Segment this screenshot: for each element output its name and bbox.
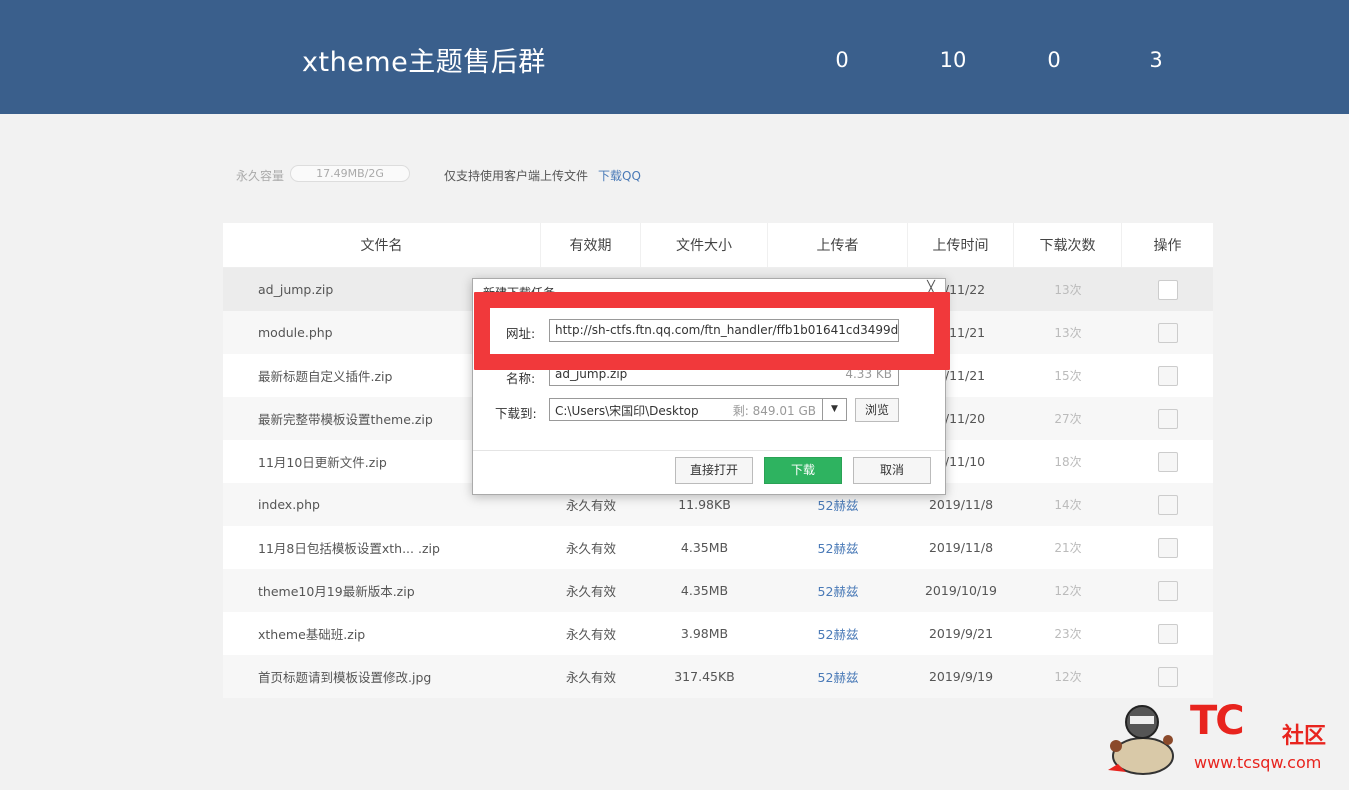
row-checkbox[interactable] bbox=[1157, 322, 1178, 343]
action-cell bbox=[1122, 537, 1213, 558]
download-count: 14次 bbox=[1054, 498, 1082, 512]
col-downloads[interactable]: 下载次数 bbox=[1014, 223, 1122, 267]
action-cell bbox=[1122, 279, 1213, 300]
group-title: xtheme主题售后群 bbox=[302, 47, 546, 78]
browse-button[interactable]: 浏览 bbox=[855, 398, 899, 422]
download-count: 12次 bbox=[1054, 670, 1082, 684]
action-cell bbox=[1122, 623, 1213, 644]
row-checkbox[interactable] bbox=[1157, 580, 1178, 601]
stat-1[interactable]: 0 bbox=[812, 48, 872, 72]
file-size: 4.35MB bbox=[680, 583, 729, 598]
save-to-label: 下载到: bbox=[495, 406, 537, 421]
action-cell bbox=[1122, 408, 1213, 429]
free-space: 剩: 849.01 GB bbox=[732, 404, 816, 418]
row-checkbox[interactable] bbox=[1157, 279, 1178, 300]
cancel-button[interactable]: 取消 bbox=[853, 457, 931, 484]
table-header: 文件名 有效期 文件大小 上传者 上传时间 下载次数 操作 bbox=[223, 223, 1213, 268]
stat-4[interactable]: 3 bbox=[1126, 48, 1186, 72]
row-checkbox[interactable] bbox=[1157, 537, 1178, 558]
validity: 永久有效 bbox=[565, 627, 616, 642]
watermark-logo: TC bbox=[1190, 698, 1245, 744]
mascot-icon bbox=[1108, 705, 1174, 775]
dialog-divider bbox=[473, 450, 945, 451]
action-cell bbox=[1122, 451, 1213, 472]
file-size: 4.35MB bbox=[680, 540, 729, 555]
download-count: 13次 bbox=[1054, 283, 1082, 297]
save-to-field[interactable]: C:\Users\宋国印\Desktop 剩: 849.01 GB ▼ bbox=[549, 398, 847, 421]
stat-3[interactable]: 0 bbox=[1024, 48, 1084, 72]
capacity-bar: 17.49MB/2G bbox=[290, 165, 410, 182]
download-count: 15次 bbox=[1054, 369, 1082, 383]
highlight-box bbox=[474, 292, 950, 370]
upload-date: 2019/11/8 bbox=[928, 497, 994, 512]
col-size[interactable]: 文件大小 bbox=[641, 223, 768, 267]
action-cell bbox=[1122, 322, 1213, 343]
upload-date: 2019/9/19 bbox=[928, 669, 994, 684]
file-name[interactable]: theme10月19最新版本.zip bbox=[223, 581, 541, 600]
download-count: 21次 bbox=[1054, 541, 1082, 555]
validity: 永久有效 bbox=[565, 584, 616, 599]
row-checkbox[interactable] bbox=[1157, 451, 1178, 472]
row-checkbox[interactable] bbox=[1157, 408, 1178, 429]
uploader-link[interactable]: 52赫兹 bbox=[768, 581, 908, 600]
download-count: 18次 bbox=[1054, 455, 1082, 469]
file-name[interactable]: 11月8日包括模板设置xth... .zip bbox=[223, 538, 541, 557]
watermark-url: www.tcsqw.com bbox=[1194, 753, 1322, 772]
stat-2[interactable]: 10 bbox=[923, 48, 983, 72]
upload-date: 2019/11/8 bbox=[928, 540, 994, 555]
col-actions: 操作 bbox=[1153, 238, 1182, 254]
file-size: 3.98MB bbox=[680, 626, 729, 641]
validity: 永久有效 bbox=[565, 670, 616, 685]
uploader-link[interactable]: 52赫兹 bbox=[768, 538, 908, 557]
col-date[interactable]: 上传时间 bbox=[908, 223, 1014, 267]
download-count: 13次 bbox=[1054, 326, 1082, 340]
capacity-label: 永久容量 bbox=[236, 169, 285, 183]
upload-date: 2019/9/21 bbox=[928, 626, 994, 641]
file-size: 11.98KB bbox=[678, 497, 731, 512]
action-cell bbox=[1122, 666, 1213, 687]
table-row[interactable]: 首页标题请到模板设置修改.jpg 永久有效 317.45KB 52赫兹 2019/9/1… bbox=[223, 655, 1213, 698]
validity: 永久有效 bbox=[565, 498, 616, 513]
open-directly-button[interactable]: 直接打开 bbox=[675, 457, 753, 484]
table-row[interactable]: theme10月19最新版本.zip 永久有效 4.35MB 52赫兹 2019/10/… bbox=[223, 569, 1213, 612]
save-to-path: C:\Users\宋国印\Desktop bbox=[555, 404, 699, 418]
action-cell bbox=[1122, 580, 1213, 601]
file-name[interactable]: 首页标题请到模板设置修改.jpg bbox=[223, 667, 541, 686]
file-size: 317.45KB bbox=[674, 669, 735, 684]
table-row[interactable]: xtheme基础班.zip 永久有效 3.98MB 52赫兹 2019/9/21 23次 bbox=[223, 612, 1213, 655]
group-header: xtheme主题售后群 0 10 0 3 bbox=[0, 0, 1349, 114]
col-uploader[interactable]: 上传者 bbox=[768, 223, 908, 267]
action-cell bbox=[1122, 365, 1213, 386]
name-label: 名称: bbox=[506, 371, 536, 386]
row-checkbox[interactable] bbox=[1157, 494, 1178, 515]
uploader-link[interactable]: 52赫兹 bbox=[768, 624, 908, 643]
file-name[interactable]: index.php bbox=[223, 497, 541, 512]
uploader-link[interactable]: 52赫兹 bbox=[768, 495, 908, 514]
download-count: 27次 bbox=[1054, 412, 1082, 426]
col-validity[interactable]: 有效期 bbox=[541, 223, 641, 267]
action-cell bbox=[1122, 494, 1213, 515]
uploader-link[interactable]: 52赫兹 bbox=[768, 667, 908, 686]
watermark-cn: 社区 bbox=[1282, 724, 1327, 749]
download-count: 23次 bbox=[1054, 627, 1082, 641]
download-qq-link[interactable]: 下载QQ bbox=[598, 167, 641, 184]
site-watermark: TC 社区 www.tcsqw.com bbox=[1098, 698, 1344, 778]
table-row[interactable]: 11月8日包括模板设置xth... .zip 永久有效 4.35MB 52赫兹 2019… bbox=[223, 526, 1213, 569]
upload-note: 仅支持使用客户端上传文件 bbox=[444, 169, 589, 183]
download-count: 12次 bbox=[1054, 584, 1082, 598]
upload-date: 2019/10/19 bbox=[924, 583, 998, 598]
row-checkbox[interactable] bbox=[1157, 666, 1178, 687]
chevron-down-icon[interactable]: ▼ bbox=[822, 399, 846, 420]
download-button[interactable]: 下载 bbox=[764, 457, 842, 484]
col-filename[interactable]: 文件名 bbox=[223, 223, 541, 267]
file-name[interactable]: xtheme基础班.zip bbox=[223, 624, 541, 643]
row-checkbox[interactable] bbox=[1157, 365, 1178, 386]
validity: 永久有效 bbox=[565, 541, 616, 556]
row-checkbox[interactable] bbox=[1157, 623, 1178, 644]
